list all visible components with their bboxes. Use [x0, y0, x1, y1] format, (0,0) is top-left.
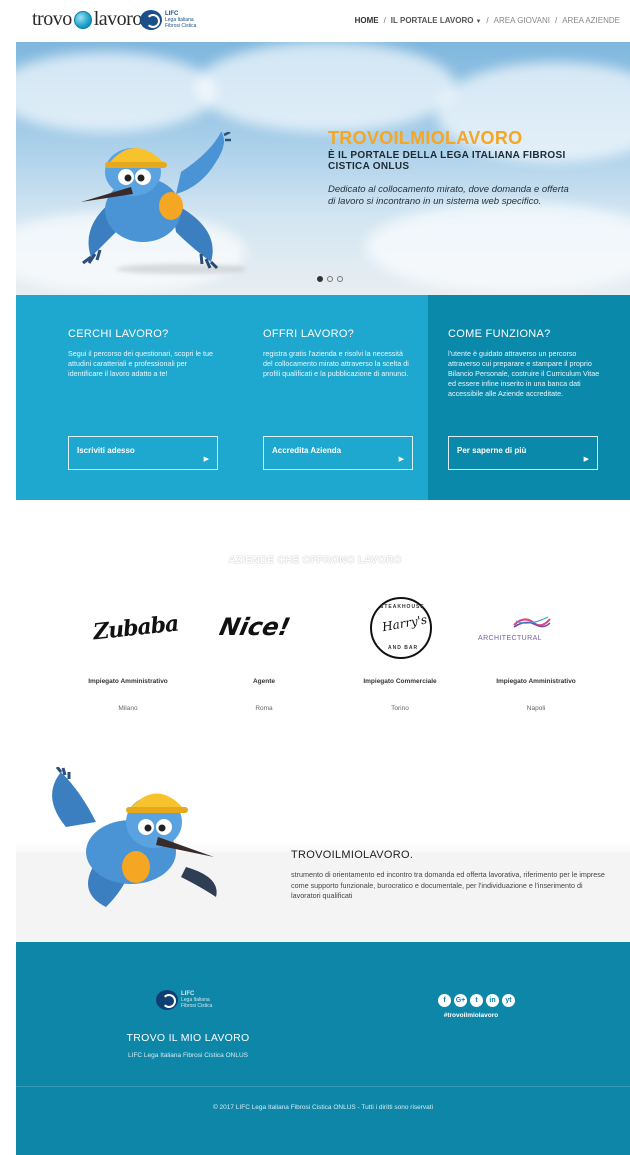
company-logo-nice: Nice! — [217, 613, 293, 641]
about-title: TROVOILMIOLAVORO. — [291, 849, 414, 861]
companies-title: AZIENDE CHE OFFRONO LAVORO — [228, 555, 402, 566]
caret-down-icon: ▼ — [475, 19, 482, 25]
site-header: trovo lavoro LIFC Lega Italiana Fibrosi … — [0, 0, 630, 42]
company-city: Milano — [118, 705, 138, 712]
chevron-right-icon: ▶ — [398, 456, 404, 463]
logo-text-lavoro: lavoro — [93, 8, 143, 30]
globe-icon — [73, 10, 92, 29]
accredita-azienda-button[interactable]: Accredita Azienda ▶ — [263, 436, 413, 470]
linkedin-icon[interactable]: in — [486, 994, 499, 1007]
footer-title: TROVO IL MIO LAVORO — [126, 1032, 250, 1044]
cta-come-funziona: COME FUNZIONA? l'utente è guidato attrav… — [428, 295, 630, 500]
social-links: f G+ t in yt — [438, 994, 515, 1007]
cta-text: l'utente è guidato attraverso un percors… — [448, 349, 600, 398]
bird-mascot-icon — [81, 132, 231, 270]
company-card[interactable]: Nice! Agente Roma — [194, 595, 334, 712]
slider-dot-3[interactable] — [337, 276, 343, 282]
google-plus-icon[interactable]: G+ — [454, 994, 467, 1007]
slider-dot-2[interactable] — [327, 276, 333, 282]
slider-dots — [317, 276, 343, 282]
main-nav: HOME / IL PORTALE LAVORO ▼ / AREA GIOVANI… — [354, 16, 620, 25]
cta-text: Segui il percorso dei questionari, scopr… — [68, 349, 214, 378]
company-city: Roma — [255, 705, 273, 712]
chevron-right-icon: ▶ — [583, 456, 589, 463]
facebook-icon[interactable]: f — [438, 994, 451, 1007]
company-job: Impiegato Amministrativo — [496, 678, 576, 685]
lifc-line2: Fibrosi Cistica — [181, 1003, 213, 1009]
cta-section: CERCHI LAVORO? Segui il percorso dei que… — [16, 295, 630, 500]
footer-hashtag[interactable]: #trovoilmiolavoro — [416, 1012, 526, 1019]
slider-dot-1[interactable] — [317, 276, 323, 282]
company-card[interactable]: STEAKHOUSE Harry's AND BAR Impiegato Com… — [330, 595, 470, 712]
cta-title: CERCHI LAVORO? — [68, 328, 169, 340]
site-logo[interactable]: trovo lavoro — [32, 8, 142, 31]
company-job: Impiegato Commerciale — [363, 678, 437, 685]
cta-cerchi-lavoro: CERCHI LAVORO? Segui il percorso dei que… — [16, 295, 222, 500]
company-city: Napoli — [526, 705, 546, 712]
footer-subtitle: LIFC Lega Italiana Fibrosi Cistica ONLUS — [128, 1052, 248, 1059]
youtube-icon[interactable]: yt — [502, 994, 515, 1007]
nav-home[interactable]: HOME — [355, 16, 379, 25]
hero-slider: TROVOILMIOLAVORO È IL PORTALE DELLA LEGA… — [16, 42, 630, 295]
bird-flying-icon — [52, 767, 217, 907]
company-logo-architectural: ARCHITECTURAL — [466, 595, 606, 670]
chevron-right-icon: ▶ — [203, 456, 209, 463]
lifc-mark-icon — [140, 10, 162, 30]
site-footer: LIFC Lega Italiana Fibrosi Cistica TROVO… — [16, 942, 630, 1155]
footer-lifc-logo[interactable]: LIFC Lega Italiana Fibrosi Cistica — [156, 990, 212, 1010]
nav-portale-lavoro[interactable]: IL PORTALE LAVORO ▼ — [391, 16, 482, 25]
per-saperne-button[interactable]: Per saperne di più ▶ — [448, 436, 598, 470]
hero-subtitle: È IL PORTALE DELLA LEGA ITALIANA FIBROSI… — [328, 150, 566, 172]
company-logo-zubaba: Zubaba — [91, 610, 180, 646]
copyright-text: © 2017 LIFC Lega Italiana Fibrosi Cistic… — [212, 1104, 434, 1111]
hero-title: TROVOILMIOLAVORO — [328, 128, 523, 148]
lifc-mark-icon — [156, 990, 178, 1010]
cta-offri-lavoro: OFFRI LAVORO? registra gratis l'azienda … — [222, 295, 428, 500]
cta-text: registra gratis l'azienda e risolvi la n… — [263, 349, 409, 378]
wave-icon — [513, 616, 551, 628]
lifc-line2: Fibrosi Cistica — [165, 23, 197, 29]
nav-area-aziende[interactable]: AREA AZIENDE — [562, 16, 620, 25]
company-card[interactable]: Zubaba Impiegato Amministrativo Milano — [58, 595, 198, 712]
cta-title: OFFRI LAVORO? — [263, 328, 355, 340]
about-section: TROVOILMIOLAVORO. strumento di orientame… — [16, 757, 630, 942]
cta-title: COME FUNZIONA? — [448, 328, 551, 340]
twitter-icon[interactable]: t — [470, 994, 483, 1007]
company-job: Agente — [252, 678, 276, 685]
logo-text-trovo: trovo — [32, 8, 72, 30]
about-text: strumento di orientamento ed incontro tr… — [291, 870, 605, 900]
company-logo-harrys: STEAKHOUSE Harry's AND BAR — [330, 595, 470, 670]
lifc-logo[interactable]: LIFC Lega Italiana Fibrosi Cistica — [140, 10, 196, 30]
nav-area-giovani[interactable]: AREA GIOVANI — [494, 16, 550, 25]
company-job: Impiegato Amministrativo — [88, 678, 168, 685]
company-city: Torino — [391, 705, 409, 712]
hero-description: Dedicato al collocamento mirato, dove do… — [328, 184, 569, 207]
company-card[interactable]: ARCHITECTURAL Impiegato Amministrativo N… — [466, 595, 606, 712]
iscriviti-button[interactable]: Iscriviti adesso ▶ — [68, 436, 218, 470]
